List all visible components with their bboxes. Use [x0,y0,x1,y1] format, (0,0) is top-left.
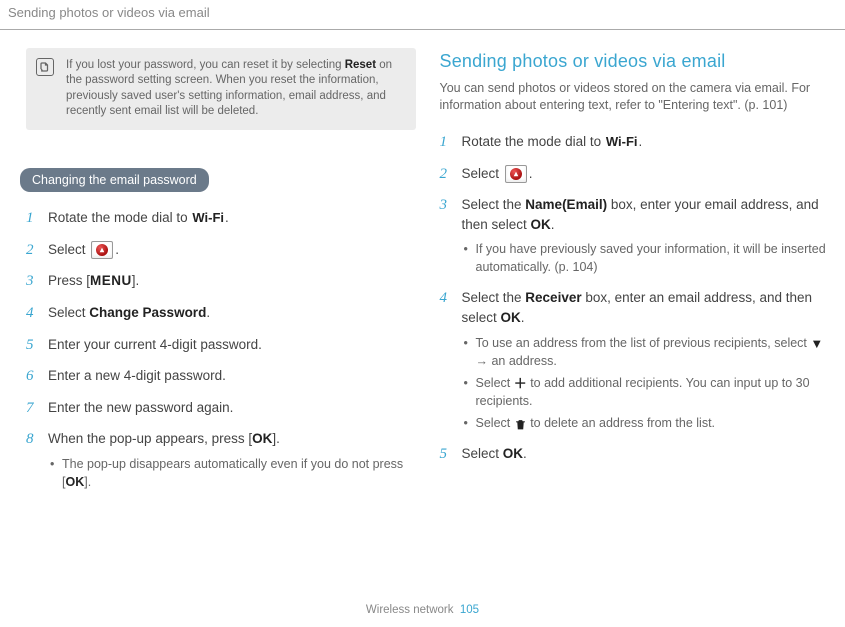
step-number: 8 [26,429,34,451]
step-number: 2 [26,240,34,262]
name-email-label: Name(Email) [525,197,607,212]
step-text: Select the [462,197,526,212]
right-step-4-sub: To use an address from the list of previ… [462,334,830,433]
sub-bullet: Select ＋ to add additional recipients. Y… [462,374,830,410]
sub-bullet: Select to delete an address from the lis… [462,414,830,432]
step-text: When the pop-up appears, press [ [48,431,252,446]
step-text-end: . [115,242,119,257]
step-text: Enter your current 4-digit password. [48,337,262,352]
sub-text: Select [476,376,514,390]
ok-button-label: OK [531,217,551,232]
down-arrow-icon: ▼ [810,337,823,350]
step-text: Rotate the mode dial to [462,134,605,149]
sub-text-end: to delete an address from the list. [527,416,715,430]
sub-text: If you have previously saved your inform… [476,242,826,274]
step-number: 5 [26,335,34,357]
step-text-end: . [529,166,533,181]
step-number: 1 [26,208,34,230]
step-text-end: ]. [132,273,140,288]
note-box: If you lost your password, you can reset… [26,48,416,130]
right-step-2: 2 Select . [440,164,830,184]
email-mode-icon [91,241,113,259]
email-mode-icon [505,165,527,183]
step-number: 3 [440,195,448,217]
sub-text-end: → an address. [476,354,557,368]
note-bold: Reset [345,59,376,71]
header-title: Sending photos or videos via email [8,5,210,20]
step-number: 5 [440,444,448,466]
left-step-8: 8 When the pop-up appears, press [OK]. T… [26,429,416,491]
sub-bullet: The pop-up disappears automatically even… [48,455,416,491]
step-number: 7 [26,398,34,420]
left-steps: 1 Rotate the mode dial to Wi-Fi. 2 Selec… [26,208,416,491]
change-password-label: Change Password [89,305,206,320]
footer-page-number: 105 [460,604,479,616]
sub-bullet: If you have previously saved your inform… [462,240,830,276]
page-header: Sending photos or videos via email [0,0,845,30]
left-step-2: 2 Select . [26,240,416,260]
wifi-icon: Wi-Fi [606,133,638,152]
step-text-end: . [206,305,210,320]
step-text: Select [48,242,89,257]
right-steps: 1 Rotate the mode dial to Wi-Fi. 2 Selec… [440,132,830,464]
left-step-6: 6 Enter a new 4-digit password. [26,366,416,386]
step-text: Select [462,166,503,181]
wifi-icon: Wi-Fi [192,209,224,228]
step-text-end: . [521,310,525,325]
right-step-3-sub: If you have previously saved your inform… [462,240,830,276]
left-step-7: 7 Enter the new password again. [26,398,416,418]
right-column: Sending photos or videos via email You c… [434,48,834,503]
ok-button-label: OK [501,310,521,325]
menu-button-label: MENU [90,273,132,288]
plus-icon: ＋ [514,377,527,390]
receiver-label: Receiver [525,290,581,305]
step-text-end: . [225,210,229,225]
step-number: 4 [440,288,448,310]
sub-text: Select [476,416,514,430]
footer-label: Wireless network [366,604,454,616]
step-text-end: . [639,134,643,149]
right-step-3: 3 Select the Name(Email) box, enter your… [440,195,830,276]
note-icon [36,58,54,76]
left-step-3: 3 Press [MENU]. [26,271,416,291]
page-footer: Wireless network 105 [0,602,845,619]
step-text: Select [462,446,503,461]
sub-text-end: ]. [84,475,91,489]
ok-button-label: OK [252,431,272,446]
section-intro: You can send photos or videos stored on … [440,80,830,114]
right-step-4: 4 Select the Receiver box, enter an emai… [440,288,830,432]
left-step-5: 5 Enter your current 4-digit password. [26,335,416,355]
left-step-8-sub: The pop-up disappears automatically even… [48,455,416,491]
step-text: Enter the new password again. [48,400,233,415]
right-step-1: 1 Rotate the mode dial to Wi-Fi. [440,132,830,152]
step-number: 3 [26,271,34,293]
step-number: 1 [440,132,448,154]
right-step-5: 5 Select OK. [440,444,830,464]
step-text-end: . [551,217,555,232]
step-number: 2 [440,164,448,186]
sub-text: The pop-up disappears automatically even… [62,457,403,489]
sub-text: To use an address from the list of previ… [476,336,811,350]
step-text-end: . [523,446,527,461]
left-step-1: 1 Rotate the mode dial to Wi-Fi. [26,208,416,228]
left-step-4: 4 Select Change Password. [26,303,416,323]
step-text: Rotate the mode dial to [48,210,191,225]
step-text: Select the [462,290,526,305]
step-number: 6 [26,366,34,388]
section-heading: Sending photos or videos via email [440,48,830,74]
ok-button-label: OK [65,475,84,489]
content-columns: If you lost your password, you can reset… [0,30,845,503]
step-text: Enter a new 4-digit password. [48,368,226,383]
left-column: If you lost your password, you can reset… [26,48,434,503]
section-pill: Changing the email password [20,168,209,192]
step-text-end: ]. [272,431,280,446]
trash-icon [514,417,527,431]
ok-button-label: OK [503,446,523,461]
note-text-before: If you lost your password, you can reset… [66,59,345,71]
sub-bullet: To use an address from the list of previ… [462,334,830,370]
step-number: 4 [26,303,34,325]
step-text: Select [48,305,89,320]
step-text: Press [ [48,273,90,288]
